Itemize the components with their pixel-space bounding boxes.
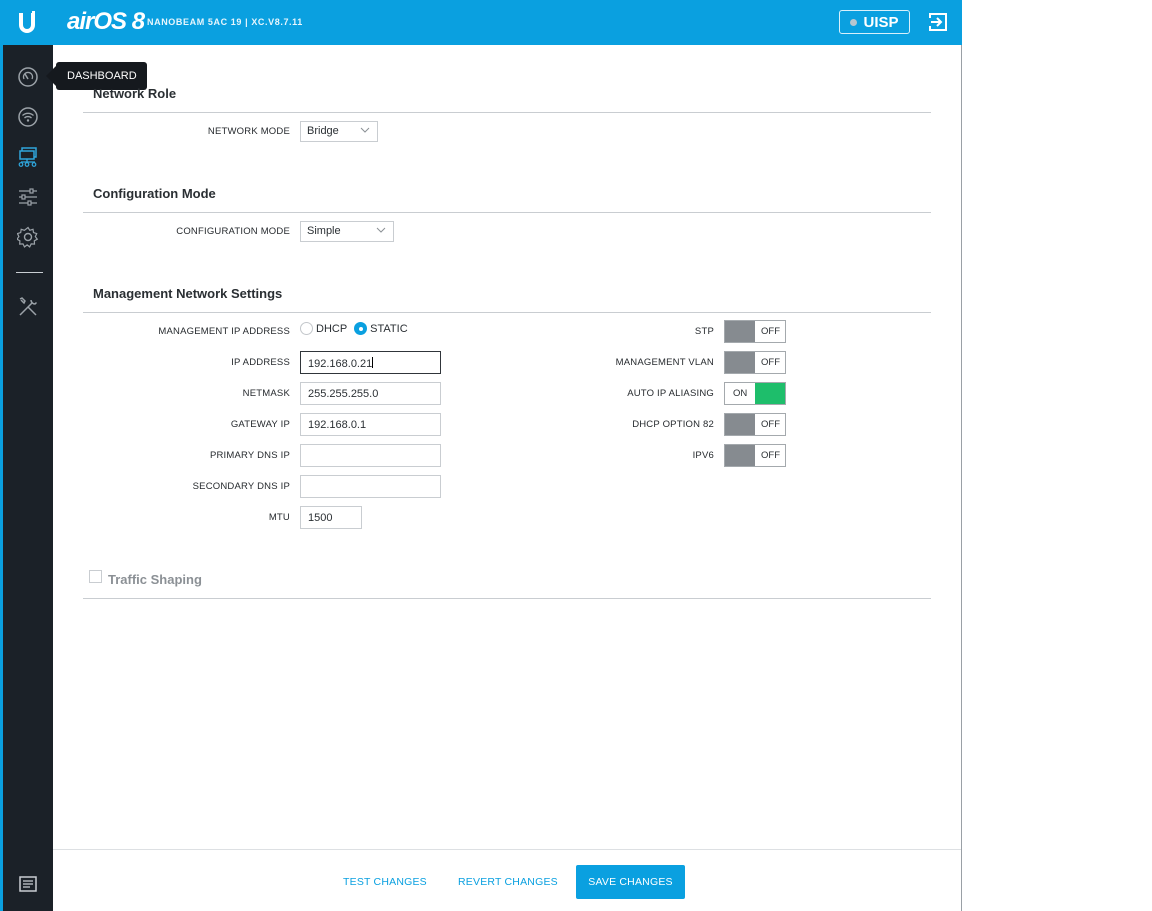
stp-state: OFF (761, 326, 780, 337)
toggle-knob (755, 383, 785, 404)
traffic-shaping-checkbox[interactable] (89, 570, 102, 583)
ipv6-label: IPV6 (692, 450, 714, 461)
test-changes-button[interactable]: TEST CHANGES (343, 876, 427, 888)
section-divider (83, 598, 931, 599)
sidebar-divider (16, 272, 43, 273)
network-icon[interactable] (14, 143, 42, 171)
device-model: NANOBEAM 5AC 19 | XC.V8.7.11 (147, 17, 303, 27)
tools-icon[interactable] (14, 293, 42, 321)
configuration-mode-select[interactable]: Simple (300, 221, 394, 242)
management-network-title: Management Network Settings (93, 286, 283, 301)
sidebar (0, 45, 53, 911)
network-mode-select[interactable]: Bridge (300, 121, 378, 142)
footer-bar: TEST CHANGES REVERT CHANGES SAVE CHANGES (53, 849, 961, 911)
configuration-mode-value: Simple (307, 225, 341, 237)
dhcp-radio[interactable] (300, 322, 313, 335)
auto-ip-aliasing-toggle[interactable]: ON (724, 382, 786, 405)
uisp-label: UISP (863, 13, 899, 31)
static-radio-label: STATIC (370, 322, 408, 335)
mtu-input[interactable]: 1500 (300, 506, 362, 529)
management-ip-radio-group: DHCP STATIC (300, 322, 408, 335)
toggle-knob (725, 445, 755, 466)
system-icon[interactable] (14, 223, 42, 251)
network-mode-value: Bridge (307, 125, 339, 137)
static-radio[interactable] (354, 322, 368, 335)
gateway-ip-label: GATEWAY IP (230, 419, 290, 430)
ipv6-toggle[interactable]: OFF (724, 444, 786, 467)
management-vlan-toggle[interactable]: OFF (724, 351, 786, 374)
chevron-down-icon (376, 227, 386, 233)
dashboard-icon[interactable] (14, 63, 42, 91)
uisp-status-dot-icon (850, 18, 858, 26)
secondary-dns-input[interactable] (300, 475, 441, 498)
dhcp-option-82-state: OFF (761, 419, 780, 430)
network-mode-label: NETWORK MODE (207, 126, 290, 137)
secondary-dns-label: SECONDARY DNS IP (192, 481, 290, 492)
section-divider (83, 212, 931, 213)
toggle-knob (725, 414, 755, 435)
mtu-label: MTU (268, 512, 290, 523)
text-cursor (372, 357, 374, 368)
uisp-button[interactable]: UISP (839, 10, 910, 34)
ip-address-input[interactable]: 192.168.0.21 (300, 351, 441, 374)
wireless-icon[interactable] (14, 103, 42, 131)
save-changes-button[interactable]: SAVE CHANGES (576, 865, 685, 899)
product-logo: airOS 8 (67, 8, 145, 35)
dhcp-option-82-label: DHCP OPTION 82 (632, 419, 714, 430)
ip-address-label: IP ADDRESS (231, 357, 290, 368)
configuration-mode-label: CONFIGURATION MODE (176, 226, 290, 237)
top-bar: airOS 8 NANOBEAM 5AC 19 | XC.V8.7.11 UIS… (0, 0, 962, 45)
chevron-down-icon (360, 127, 370, 133)
auto-ip-aliasing-state: ON (733, 388, 748, 399)
gateway-ip-input[interactable]: 192.168.0.1 (300, 413, 441, 436)
ip-address-value: 192.168.0.21 (308, 358, 373, 370)
traffic-shaping-label: Traffic Shaping (108, 572, 202, 587)
management-vlan-state: OFF (761, 357, 780, 368)
ipv6-state: OFF (761, 450, 780, 461)
airos-window: airOS 8 NANOBEAM 5AC 19 | XC.V8.7.11 UIS… (0, 0, 962, 911)
stp-toggle[interactable]: OFF (724, 320, 786, 343)
network-role-title: Network Role (93, 86, 177, 101)
toggle-knob (725, 352, 755, 373)
main-content: Network Role NETWORK MODE Bridge Configu… (53, 45, 961, 849)
revert-changes-button[interactable]: REVERT CHANGES (458, 876, 558, 888)
netmask-input[interactable]: 255.255.255.0 (300, 382, 441, 405)
desktop-background (962, 0, 1152, 911)
netmask-label: NETMASK (242, 388, 290, 399)
toggle-knob (725, 321, 755, 342)
logout-icon[interactable] (928, 12, 948, 32)
auto-ip-aliasing-label: AUTO IP ALIASING (627, 388, 714, 399)
primary-dns-input[interactable] (300, 444, 441, 467)
ubiquiti-logo-icon[interactable] (0, 0, 54, 45)
management-ip-label: MANAGEMENT IP ADDRESS (158, 326, 290, 337)
configuration-mode-title: Configuration Mode (93, 186, 216, 201)
log-icon[interactable] (14, 870, 42, 898)
stp-label: STP (694, 326, 714, 337)
management-vlan-label: MANAGEMENT VLAN (615, 357, 714, 368)
primary-dns-label: PRIMARY DNS IP (209, 450, 290, 461)
services-icon[interactable] (14, 183, 42, 211)
section-divider (83, 312, 931, 313)
dhcp-radio-label: DHCP (316, 322, 348, 335)
section-divider (83, 112, 931, 113)
dhcp-option-82-toggle[interactable]: OFF (724, 413, 786, 436)
